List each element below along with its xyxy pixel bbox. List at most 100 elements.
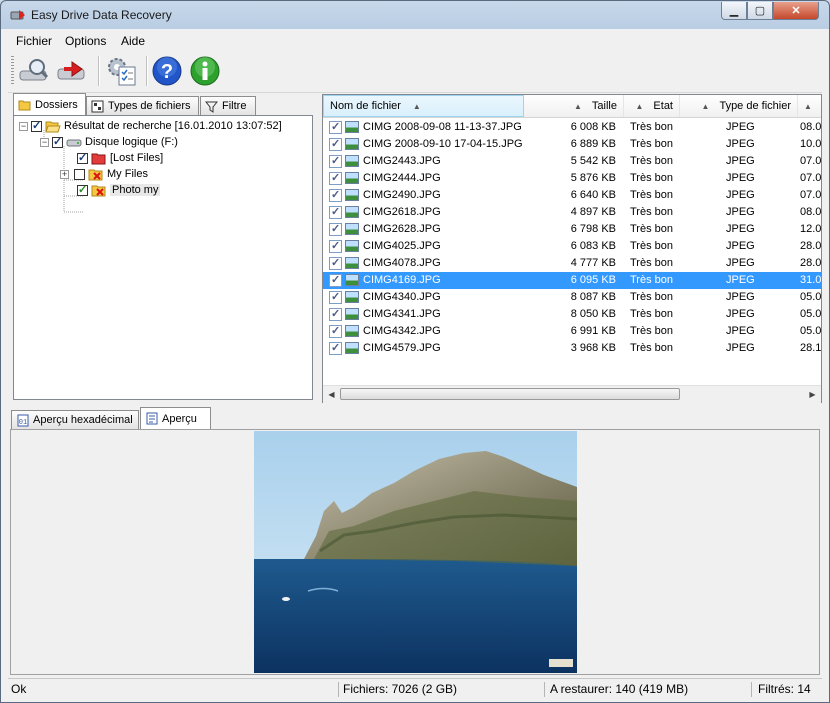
column-label: Taille [591,100,617,112]
row-checkbox[interactable] [329,137,342,151]
tree-checkbox[interactable] [77,183,88,196]
menu-options[interactable]: Options [65,34,106,48]
tree-checkbox[interactable] [74,168,85,180]
tab-filtre[interactable]: Filtre [200,96,256,115]
table-row[interactable]: CIMG4169.JPG 6 095 KB Très bon JPEG 31.0 [323,272,821,289]
menu-bar: Fichier Options Aide [8,31,822,50]
scroll-left-icon[interactable]: ◀ [324,387,339,402]
column-label: Type de fichier [719,100,791,112]
column-header-type[interactable]: ▲ Type de fichier [680,95,798,117]
tab-label: Aperçu hexadécimal [33,414,133,426]
cell-type: JPEG [726,274,755,286]
table-row[interactable]: CIMG2443.JPG 5 542 KB Très bon JPEG 07.0 [323,153,821,170]
svg-text:?: ? [161,61,173,83]
title-bar[interactable]: Easy Drive Data Recovery ▁ ▢ ✕ [1,1,829,29]
close-button[interactable]: ✕ [773,2,819,20]
row-checkbox[interactable] [329,205,342,219]
restore-button[interactable] [54,54,90,88]
status-divider [544,682,545,697]
cell-type: JPEG [726,138,755,150]
drive-restore-icon [57,61,85,80]
status-filtered: Filtrés: 14 [758,682,811,696]
cell-date: 05.0 [800,308,822,320]
status-bar: Ok Fichiers: 7026 (2 GB) A restaurer: 14… [8,678,822,699]
cell-size: 4 777 KB [570,257,616,269]
image-file-icon [345,155,359,167]
scroll-thumb[interactable] [340,388,680,400]
image-file-icon [345,206,359,218]
row-checkbox[interactable] [329,171,342,185]
collapse-toggle[interactable]: − [19,121,28,131]
cell-state: Très bon [630,240,674,252]
table-row[interactable]: CIMG2444.JPG 5 876 KB Très bon JPEG 07.0 [323,170,821,187]
table-row[interactable]: CIMG 2008-09-08 11-13-37.JPG 6 008 KB Très… [323,119,821,136]
tab-types-de-fichiers[interactable]: Types de fichiers [86,96,199,115]
table-row[interactable]: CIMG4340.JPG 8 087 KB Très bon JPEG 05.0 [323,289,821,306]
column-header-name[interactable]: Nom de fichier ▲ [323,95,524,117]
toolbar-grip[interactable] [11,56,14,86]
tree-node-search-result[interactable]: − Résultat de recherche [16.01.2010 13:0… [19,118,282,134]
row-checkbox[interactable] [329,120,342,134]
collapse-toggle[interactable]: − [40,137,49,147]
deleted-folder-icon [88,169,103,180]
tab-preview[interactable]: Aperçu [140,407,211,429]
table-row[interactable]: CIMG2628.JPG 6 798 KB Très bon JPEG 12.0 [323,221,821,238]
row-checkbox[interactable] [329,256,342,270]
column-header-size[interactable]: ▲ Taille [524,95,624,117]
row-checkbox[interactable] [329,341,342,355]
tab-dossiers[interactable]: Dossiers [13,93,86,115]
tree-checkbox[interactable] [52,135,63,148]
tree-node-photo-my[interactable]: Photo my [77,182,161,198]
tree-checkbox[interactable] [31,119,42,132]
table-row[interactable]: CIMG4025.JPG 6 083 KB Très bon JPEG 28.0 [323,238,821,255]
settings-button[interactable] [104,54,140,88]
tree-node-disk[interactable]: − Disque logique (F:) [40,134,178,150]
image-preview-panel [10,429,820,675]
info-button[interactable] [187,54,223,88]
tree-label: My Files [107,168,148,180]
scroll-right-icon[interactable]: ▶ [805,387,820,402]
expand-toggle[interactable]: + [60,169,69,179]
cell-type: JPEG [726,223,755,235]
image-file-icon [345,189,359,201]
preview-photo [254,431,577,673]
row-checkbox[interactable] [329,273,342,287]
row-checkbox[interactable] [329,188,342,202]
row-checkbox[interactable] [329,307,342,321]
file-list[interactable]: Nom de fichier ▲ ▲ Taille ▲ Etat ▲ Type … [322,94,822,403]
horizontal-scrollbar[interactable]: ◀ ▶ [323,385,821,403]
menu-fichier[interactable]: Fichier [16,34,52,48]
tree-label: [Lost Files] [110,152,164,164]
cell-state: Très bon [630,274,674,286]
row-checkbox[interactable] [329,324,342,338]
tree-node-lost-files[interactable]: [Lost Files] [77,150,163,166]
window-title: Easy Drive Data Recovery [31,8,172,22]
column-header-date[interactable]: ▲ [798,95,821,117]
folder-tree[interactable]: − Résultat de recherche [16.01.2010 13:0… [13,115,313,400]
tree-checkbox[interactable] [77,151,88,164]
table-row[interactable]: CIMG4579.JPG 3 968 KB Très bon JPEG 28.1 [323,340,821,357]
maximize-button[interactable]: ▢ [747,2,773,20]
cell-state: Très bon [630,155,674,167]
minimize-button[interactable]: ▁ [721,2,747,20]
tree-node-my-files[interactable]: + My Files [60,166,148,182]
row-checkbox[interactable] [329,222,342,236]
cell-name: CIMG4341.JPG [363,308,441,320]
image-file-icon [345,240,359,252]
table-row[interactable]: CIMG2490.JPG 6 640 KB Très bon JPEG 07.0 [323,187,821,204]
table-row[interactable]: CIMG2618.JPG 4 897 KB Très bon JPEG 08.0 [323,204,821,221]
tab-hex-preview[interactable]: 01 Aperçu hexadécimal [11,410,139,429]
cell-type: JPEG [726,342,755,354]
table-row[interactable]: CIMG4078.JPG 4 777 KB Très bon JPEG 28.0 [323,255,821,272]
row-checkbox[interactable] [329,290,342,304]
row-checkbox[interactable] [329,239,342,253]
cell-size: 8 087 KB [570,291,616,303]
scan-drive-button[interactable] [16,54,52,88]
table-row[interactable]: CIMG 2008-09-10 17-04-15.JPG 6 889 KB Très… [323,136,821,153]
row-checkbox[interactable] [329,154,342,168]
table-row[interactable]: CIMG4342.JPG 6 991 KB Très bon JPEG 05.0 [323,323,821,340]
help-button[interactable]: ? [149,54,185,88]
menu-aide[interactable]: Aide [121,34,145,48]
column-header-state[interactable]: ▲ Etat [624,95,680,117]
table-row[interactable]: CIMG4341.JPG 8 050 KB Très bon JPEG 05.0 [323,306,821,323]
